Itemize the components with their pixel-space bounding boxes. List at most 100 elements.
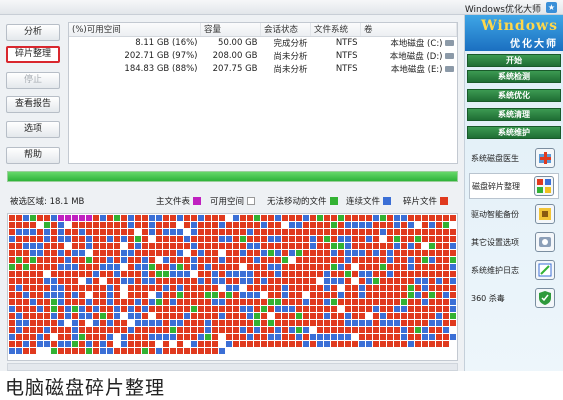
disk-block [345,341,351,347]
disk-block [163,313,169,319]
disk-block [289,313,295,319]
disk-block [23,278,29,284]
disk-block [149,285,155,291]
options-button[interactable]: 选项 [6,121,60,138]
menu-item-360-antivirus[interactable]: 360 杀毒 [469,285,559,311]
disk-block [282,285,288,291]
disk-block [30,264,36,270]
disk-block [191,271,197,277]
disk-block [338,236,344,242]
disk-block [310,341,316,347]
disk-block [345,264,351,270]
disk-block [233,229,239,235]
disk-block [170,215,176,221]
nav-system-clean[interactable]: 系统清理 [467,108,561,121]
disk-block [23,250,29,256]
disk-block [324,250,330,256]
nav-start[interactable]: 开始 [467,54,561,67]
disk-block [44,341,50,347]
disk-block [44,243,50,249]
disk-block [198,250,204,256]
disk-block [436,264,442,270]
disk-block [16,229,22,235]
disk-block [436,292,442,298]
disk-block [282,222,288,228]
view-report-button[interactable]: 查看报告 [6,96,60,113]
disk-block [51,250,57,256]
disk-block [219,257,225,263]
disk-block [268,257,274,263]
disk-block [170,243,176,249]
disk-block [114,341,120,347]
table-row[interactable]: 本地磁盘 (C:) NTFS 完成分析 50.00 GB 8.11 GB (16… [69,36,457,49]
disk-block [226,306,232,312]
disk-block [198,285,204,291]
disk-block [16,348,22,354]
disk-block [338,278,344,284]
stop-button[interactable]: 停止 [6,72,60,89]
disk-block [450,348,456,354]
disk-block [394,222,400,228]
disk-block [254,285,260,291]
disk-block [261,334,267,340]
nav-system-optimize[interactable]: 系统优化 [467,89,561,102]
disk-block [205,306,211,312]
disk-block [142,271,148,277]
disk-block [345,236,351,242]
column-header-volume[interactable]: 卷 [360,23,457,37]
disk-block [415,278,421,284]
disk-block [317,292,323,298]
disk-block [436,299,442,305]
selected-area-label: 被选区域: 18.1 MB [10,197,85,207]
table-row[interactable]: 本地磁盘 (D:) NTFS 尚未分析 208.00 GB 202.71 GB … [69,49,457,62]
status-cell: 完成分析 [273,38,308,49]
disk-block [72,257,78,263]
disk-block [422,236,428,242]
column-header-free-space[interactable]: 可用空间(%) [69,23,201,37]
defragment-button[interactable]: 碎片整理 [6,46,60,63]
disk-block [114,313,120,319]
disk-block [177,320,183,326]
nav-system-maintain[interactable]: 系统维护 [467,126,561,139]
disk-block [373,292,379,298]
disk-block [177,348,183,354]
disk-block [401,222,407,228]
disk-block [100,222,106,228]
disk-block [65,285,71,291]
disk-block [429,250,435,256]
disk-block [177,229,183,235]
disk-block [142,320,148,326]
disk-block [198,271,204,277]
disk-block [352,348,358,354]
disk-block [233,306,239,312]
disk-block [303,271,309,277]
disk-block [114,299,120,305]
disk-block [429,306,435,312]
table-row[interactable]: 本地磁盘 (E:) NTFS 尚未分析 207.75 GB 184.83 GB … [69,62,457,75]
menu-item-other-settings[interactable]: 其它设置选项 [469,229,559,255]
disk-block [100,341,106,347]
menu-item-disk-doctor[interactable]: 系统磁盘医生 [469,145,559,171]
menu-item-maintenance-log[interactable]: 系统维护日志 [469,257,559,283]
disk-block [51,264,57,270]
disk-block [282,306,288,312]
disk-block [436,320,442,326]
column-header-capacity[interactable]: 容量 [200,23,261,37]
column-header-filesystem[interactable]: 文件系统 [310,23,361,37]
analyze-button[interactable]: 分析 [6,24,60,41]
disk-block [289,285,295,291]
disk-block [51,222,57,228]
column-header-status[interactable]: 会话状态 [260,23,311,37]
disk-block [331,236,337,242]
disk-block [415,236,421,242]
disk-block [114,236,120,242]
disk-block [79,271,85,277]
menu-item-driver-backup[interactable]: 驱动智能备份 [469,201,559,227]
disk-block [86,243,92,249]
help-button[interactable]: 帮助 [6,147,60,164]
nav-system-check[interactable]: 系统检测 [467,70,561,83]
disk-block [401,271,407,277]
legend-swatch-mft [193,197,202,205]
menu-item-defrag[interactable]: 磁盘碎片整理 [469,173,559,199]
disk-block [30,250,36,256]
